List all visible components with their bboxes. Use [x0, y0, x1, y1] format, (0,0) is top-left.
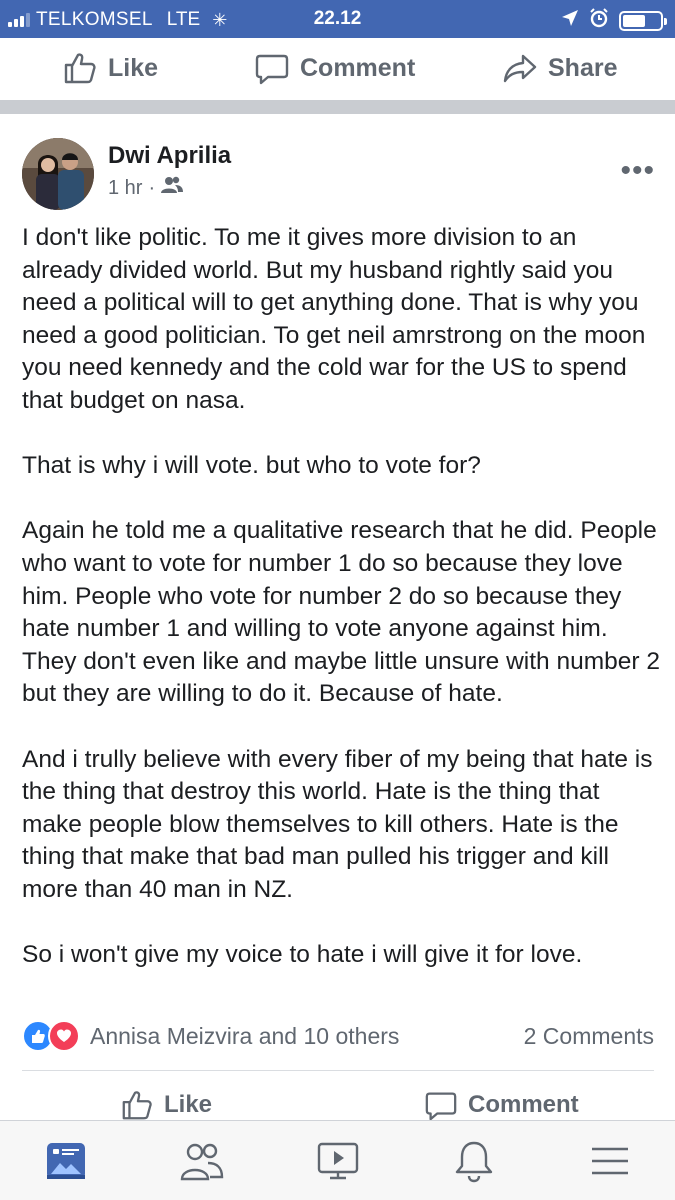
reactions-summary[interactable]: Annisa Meizvira and 10 others 2 Comments	[22, 1018, 654, 1054]
post-time[interactable]: 1 hr	[108, 177, 142, 200]
post-paragraph: That is why i will vote. but who to vote…	[22, 452, 481, 480]
love-reaction-icon	[48, 1020, 80, 1052]
watch-icon[interactable]	[316, 1139, 360, 1183]
post-meta: 1 hr ·	[108, 176, 184, 200]
post-paragraph: Again he told me a qualitative research …	[22, 517, 660, 708]
reaction-icons	[22, 1020, 80, 1052]
friends-tab-icon[interactable]	[180, 1139, 224, 1183]
comment-button[interactable]: Comment	[254, 50, 415, 86]
post-text: I don't like politic. To me it gives mor…	[22, 222, 662, 972]
notifications-icon[interactable]	[452, 1139, 496, 1183]
post-like-button[interactable]: Like	[120, 1088, 212, 1122]
like-button[interactable]: Like	[62, 50, 158, 86]
friends-icon	[161, 176, 184, 200]
menu-icon[interactable]	[588, 1139, 632, 1183]
post-comment-label: Comment	[468, 1091, 579, 1118]
post-header: Dwi Aprilia 1 hr · •••	[0, 114, 675, 214]
more-options-icon[interactable]: •••	[620, 154, 655, 188]
post-actions: Like Comment	[0, 1082, 675, 1122]
thumbs-up-icon	[64, 53, 96, 84]
battery-icon	[619, 11, 667, 31]
bottom-tab-bar	[0, 1120, 675, 1200]
alarm-icon	[589, 8, 609, 34]
thumbs-up-icon	[122, 1091, 152, 1120]
news-feed-icon[interactable]	[44, 1139, 88, 1183]
meta-separator: ·	[148, 176, 156, 199]
share-icon	[503, 54, 537, 83]
comment-icon	[255, 54, 289, 85]
comment-icon	[425, 1092, 457, 1121]
share-label: Share	[548, 53, 618, 82]
like-label: Like	[108, 53, 159, 82]
previous-post-actions: Like Comment Share	[0, 38, 675, 98]
post-paragraph: So i won't give my voice to hate i will …	[22, 941, 583, 969]
post-paragraph: I don't like politic. To me it gives mor…	[22, 224, 646, 414]
location-icon	[561, 9, 579, 33]
comment-label: Comment	[300, 53, 416, 82]
post-like-label: Like	[164, 1091, 213, 1118]
post-paragraph: And i trully believe with every fiber of…	[22, 745, 653, 903]
author-name[interactable]: Dwi Aprilia	[108, 142, 231, 170]
reactions-text: Annisa Meizvira and 10 others	[90, 1022, 400, 1049]
feed-divider	[0, 100, 675, 114]
status-bar: TELKOMSEL LTE ✳ 22.12	[0, 0, 675, 38]
comments-count[interactable]: 2 Comments	[524, 1023, 654, 1050]
avatar[interactable]	[22, 138, 94, 210]
post-divider	[22, 1070, 654, 1071]
post-comment-button[interactable]: Comment	[424, 1088, 579, 1122]
share-button[interactable]: Share	[502, 50, 617, 86]
